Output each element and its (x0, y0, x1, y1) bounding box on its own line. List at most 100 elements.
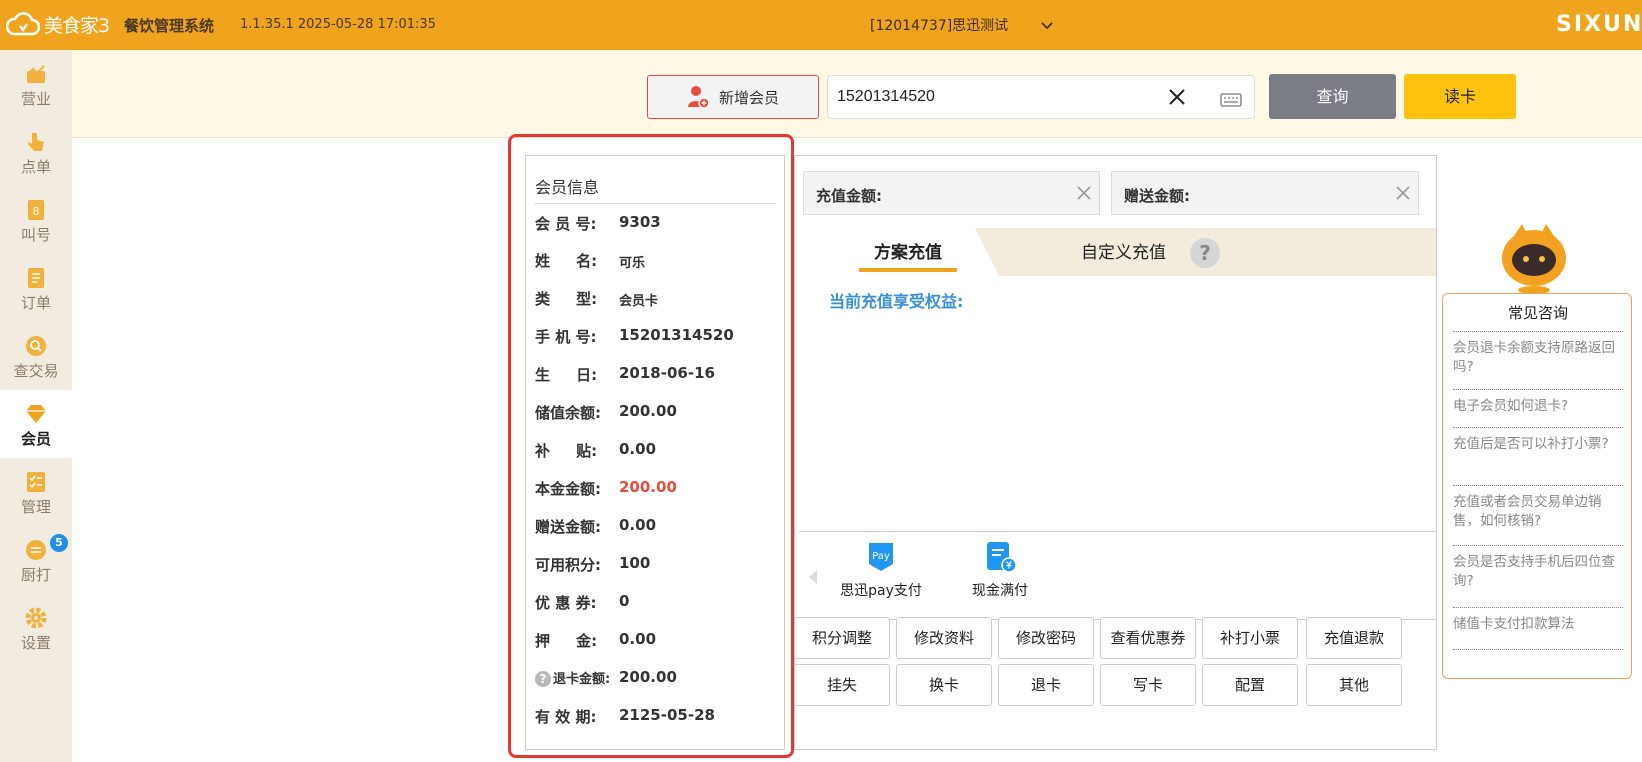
faq-divider (1453, 649, 1623, 650)
tab-underline (859, 268, 957, 272)
action-button[interactable]: 充值退款 (1306, 617, 1402, 659)
add-member-label: 新增会员 (718, 88, 779, 107)
sidebar-item-label: 查交易 (13, 362, 59, 380)
action-button[interactable]: 换卡 (896, 664, 992, 706)
pay-method-sixun-pay[interactable]: Pay 思迅pay支付 (821, 540, 941, 600)
clear-icon[interactable] (1075, 184, 1093, 202)
read-card-button[interactable]: 读卡 (1404, 74, 1516, 119)
sidebar-item-order[interactable]: 点单 (0, 118, 72, 186)
action-button[interactable]: 查看优惠券 (1100, 617, 1196, 659)
shop-icon (27, 65, 45, 83)
action-button[interactable]: 修改密码 (998, 617, 1094, 659)
faq-item[interactable]: 会员退卡余额支持原路返回吗? (1453, 339, 1625, 377)
clear-icon[interactable] (1394, 184, 1412, 202)
faq-title: 常见咨询 (1507, 304, 1568, 322)
member-toolbar: 新增会员 查询 读卡 (72, 50, 1642, 138)
faq-divider (1453, 389, 1623, 390)
sidebar-item-kitchen-print[interactable]: 5 厨打 (0, 526, 72, 594)
action-button[interactable]: 配置 (1202, 664, 1298, 706)
top-bar: 美食家3 餐饮管理系统 1.1.35.1 2025-05-28 17:01:35… (0, 0, 1642, 50)
recharge-amount-label: 充值金额: (816, 187, 882, 205)
tab-label: 方案充值 (874, 243, 942, 263)
member-search-box (827, 75, 1255, 119)
logo-text: 美食家3 (44, 14, 110, 37)
cash-receipt-icon (987, 542, 1017, 573)
action-button[interactable]: 修改资料 (896, 617, 992, 659)
gift-amount-field[interactable]: 赠送金额: (1111, 171, 1419, 215)
sidebar-item-member[interactable]: 会员 (0, 390, 72, 458)
action-button[interactable]: 退卡 (998, 664, 1094, 706)
system-title: 餐饮管理系统 (124, 17, 215, 35)
chevron-down-icon[interactable] (1038, 16, 1056, 34)
order-list-icon (28, 268, 44, 288)
faq-item[interactable]: 电子会员如何退卡? (1453, 397, 1625, 416)
recharge-panel: 充值金额: 赠送金额: 方案充值 自定义充值 ? 当前充值享受权益: Pay 思… (794, 155, 1437, 750)
faq-divider (1453, 545, 1623, 546)
sidebar-item-orders[interactable]: 订单 (0, 254, 72, 322)
sidebar-item-call-number[interactable]: 8 叫号 (0, 186, 72, 254)
sidebar-item-label: 营业 (20, 90, 51, 108)
action-button[interactable]: 补打小票 (1202, 617, 1298, 659)
pay-method-label: 思迅pay支付 (840, 583, 922, 599)
sidebar-item-label: 叫号 (20, 226, 51, 244)
recharge-tabs: 方案充值 自定义充值 ? (799, 228, 1436, 276)
action-button[interactable]: 挂失 (794, 664, 890, 706)
pay-method-cash[interactable]: 现金满付 (940, 540, 1060, 600)
payment-methods: Pay 思迅pay支付 现金满付 (799, 532, 1436, 620)
clear-icon[interactable] (1166, 86, 1188, 108)
faq-item[interactable]: 会员是否支持手机后四位查询? (1453, 553, 1625, 591)
benefit-label: 当前充值享受权益: (829, 292, 964, 311)
add-member-button[interactable]: 新增会员 (647, 75, 819, 119)
kitchen-print-icon (26, 540, 46, 560)
keyboard-icon[interactable] (1220, 93, 1242, 107)
action-button[interactable]: 积分调整 (794, 617, 890, 659)
hand-pointer-icon (28, 133, 44, 151)
highlight-box (508, 134, 794, 758)
action-button[interactable]: 其他 (1306, 664, 1402, 706)
faq-panel: 常见咨询 会员退卡余额支持原路返回吗? 电子会员如何退卡? 充值后是否可以补打小票?… (1442, 293, 1632, 679)
svg-text:8: 8 (33, 205, 40, 218)
sidebar-item-label: 订单 (20, 294, 51, 312)
pay-icon: Pay (869, 543, 893, 571)
faq-item[interactable]: 储值卡支付扣款算法 (1453, 615, 1625, 634)
faq-divider (1453, 427, 1623, 428)
chevron-left-icon[interactable] (807, 569, 819, 585)
brand-logo: SIXUN (1556, 12, 1642, 37)
sidebar-item-transactions[interactable]: 查交易 (0, 322, 72, 390)
sidebar-item-business[interactable]: 营业 (0, 50, 72, 118)
cloud-logo-icon (6, 12, 40, 36)
search-transaction-icon (26, 336, 46, 356)
query-button[interactable]: 查询 (1269, 74, 1396, 119)
diamond-icon (26, 405, 46, 423)
faq-item[interactable]: 充值后是否可以补打小票? (1453, 435, 1625, 454)
tab-custom-recharge[interactable]: 自定义充值 (1081, 238, 1166, 263)
sidebar-item-manage[interactable]: 管理 (0, 458, 72, 526)
help-icon[interactable]: ? (1190, 238, 1220, 268)
sidebar-item-label: 厨打 (20, 566, 51, 584)
version-label: 1.1.35.1 2025-05-28 17:01:35 (240, 17, 436, 32)
gift-amount-label: 赠送金额: (1124, 187, 1190, 205)
add-user-icon (687, 86, 709, 109)
checklist-icon (27, 472, 45, 492)
faq-item[interactable]: 充值或者会员交易单边销售，如何核销? (1453, 493, 1625, 531)
sidebar: 营业 点单 8 叫号 订单 查交易 会员 管理 5 厨打 设置 (0, 50, 72, 762)
faq-divider (1453, 331, 1623, 332)
faq-divider (1453, 485, 1623, 486)
gear-icon (25, 607, 47, 629)
sidebar-item-label: 点单 (20, 158, 51, 176)
sidebar-item-settings[interactable]: 设置 (0, 594, 72, 662)
member-search-input[interactable] (837, 86, 1167, 108)
recharge-amount-field[interactable]: 充值金额: (803, 171, 1100, 215)
pay-method-label: 现金满付 (972, 583, 1028, 599)
mascot-icon (1502, 224, 1566, 294)
faq-divider (1453, 607, 1623, 608)
number-ticket-icon: 8 (28, 200, 44, 220)
sidebar-item-label: 会员 (20, 430, 51, 448)
sidebar-item-label: 设置 (20, 634, 51, 652)
action-button[interactable]: 写卡 (1100, 664, 1196, 706)
app-logo: 美食家3 (6, 10, 110, 38)
tab-plan-recharge[interactable]: 方案充值 (799, 228, 999, 276)
sidebar-item-label: 管理 (20, 498, 51, 516)
store-selector[interactable]: [12014737]思迅测试 (870, 15, 1008, 35)
notification-badge: 5 (50, 534, 68, 552)
